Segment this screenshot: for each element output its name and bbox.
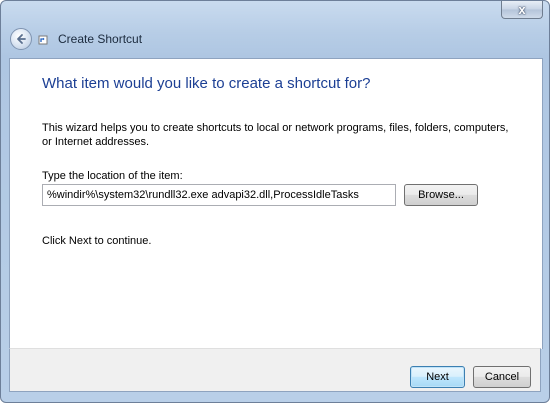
shortcut-icon [38, 35, 48, 45]
browse-button[interactable]: Browse... [404, 184, 478, 206]
wizard-page: What item would you like to create a sho… [9, 58, 543, 349]
back-button[interactable] [10, 28, 32, 50]
next-button[interactable]: Next [410, 366, 465, 388]
continue-instruction: Click Next to continue. [42, 235, 152, 247]
wizard-footer: Next Cancel [9, 348, 541, 392]
title-bar: Create Shortcut [1, 19, 549, 59]
window-title: Create Shortcut [58, 32, 143, 46]
page-heading: What item would you like to create a sho… [42, 75, 371, 92]
back-arrow-icon [17, 34, 26, 44]
create-shortcut-window: x Create Shortcut What item would you li… [0, 0, 550, 403]
location-input[interactable] [42, 184, 396, 206]
close-button[interactable]: x [501, 1, 543, 19]
cancel-button[interactable]: Cancel [473, 366, 531, 388]
close-icon: x [518, 2, 526, 17]
location-label: Type the location of the item: [42, 170, 183, 182]
wizard-description: This wizard helps you to create shortcut… [42, 122, 509, 148]
